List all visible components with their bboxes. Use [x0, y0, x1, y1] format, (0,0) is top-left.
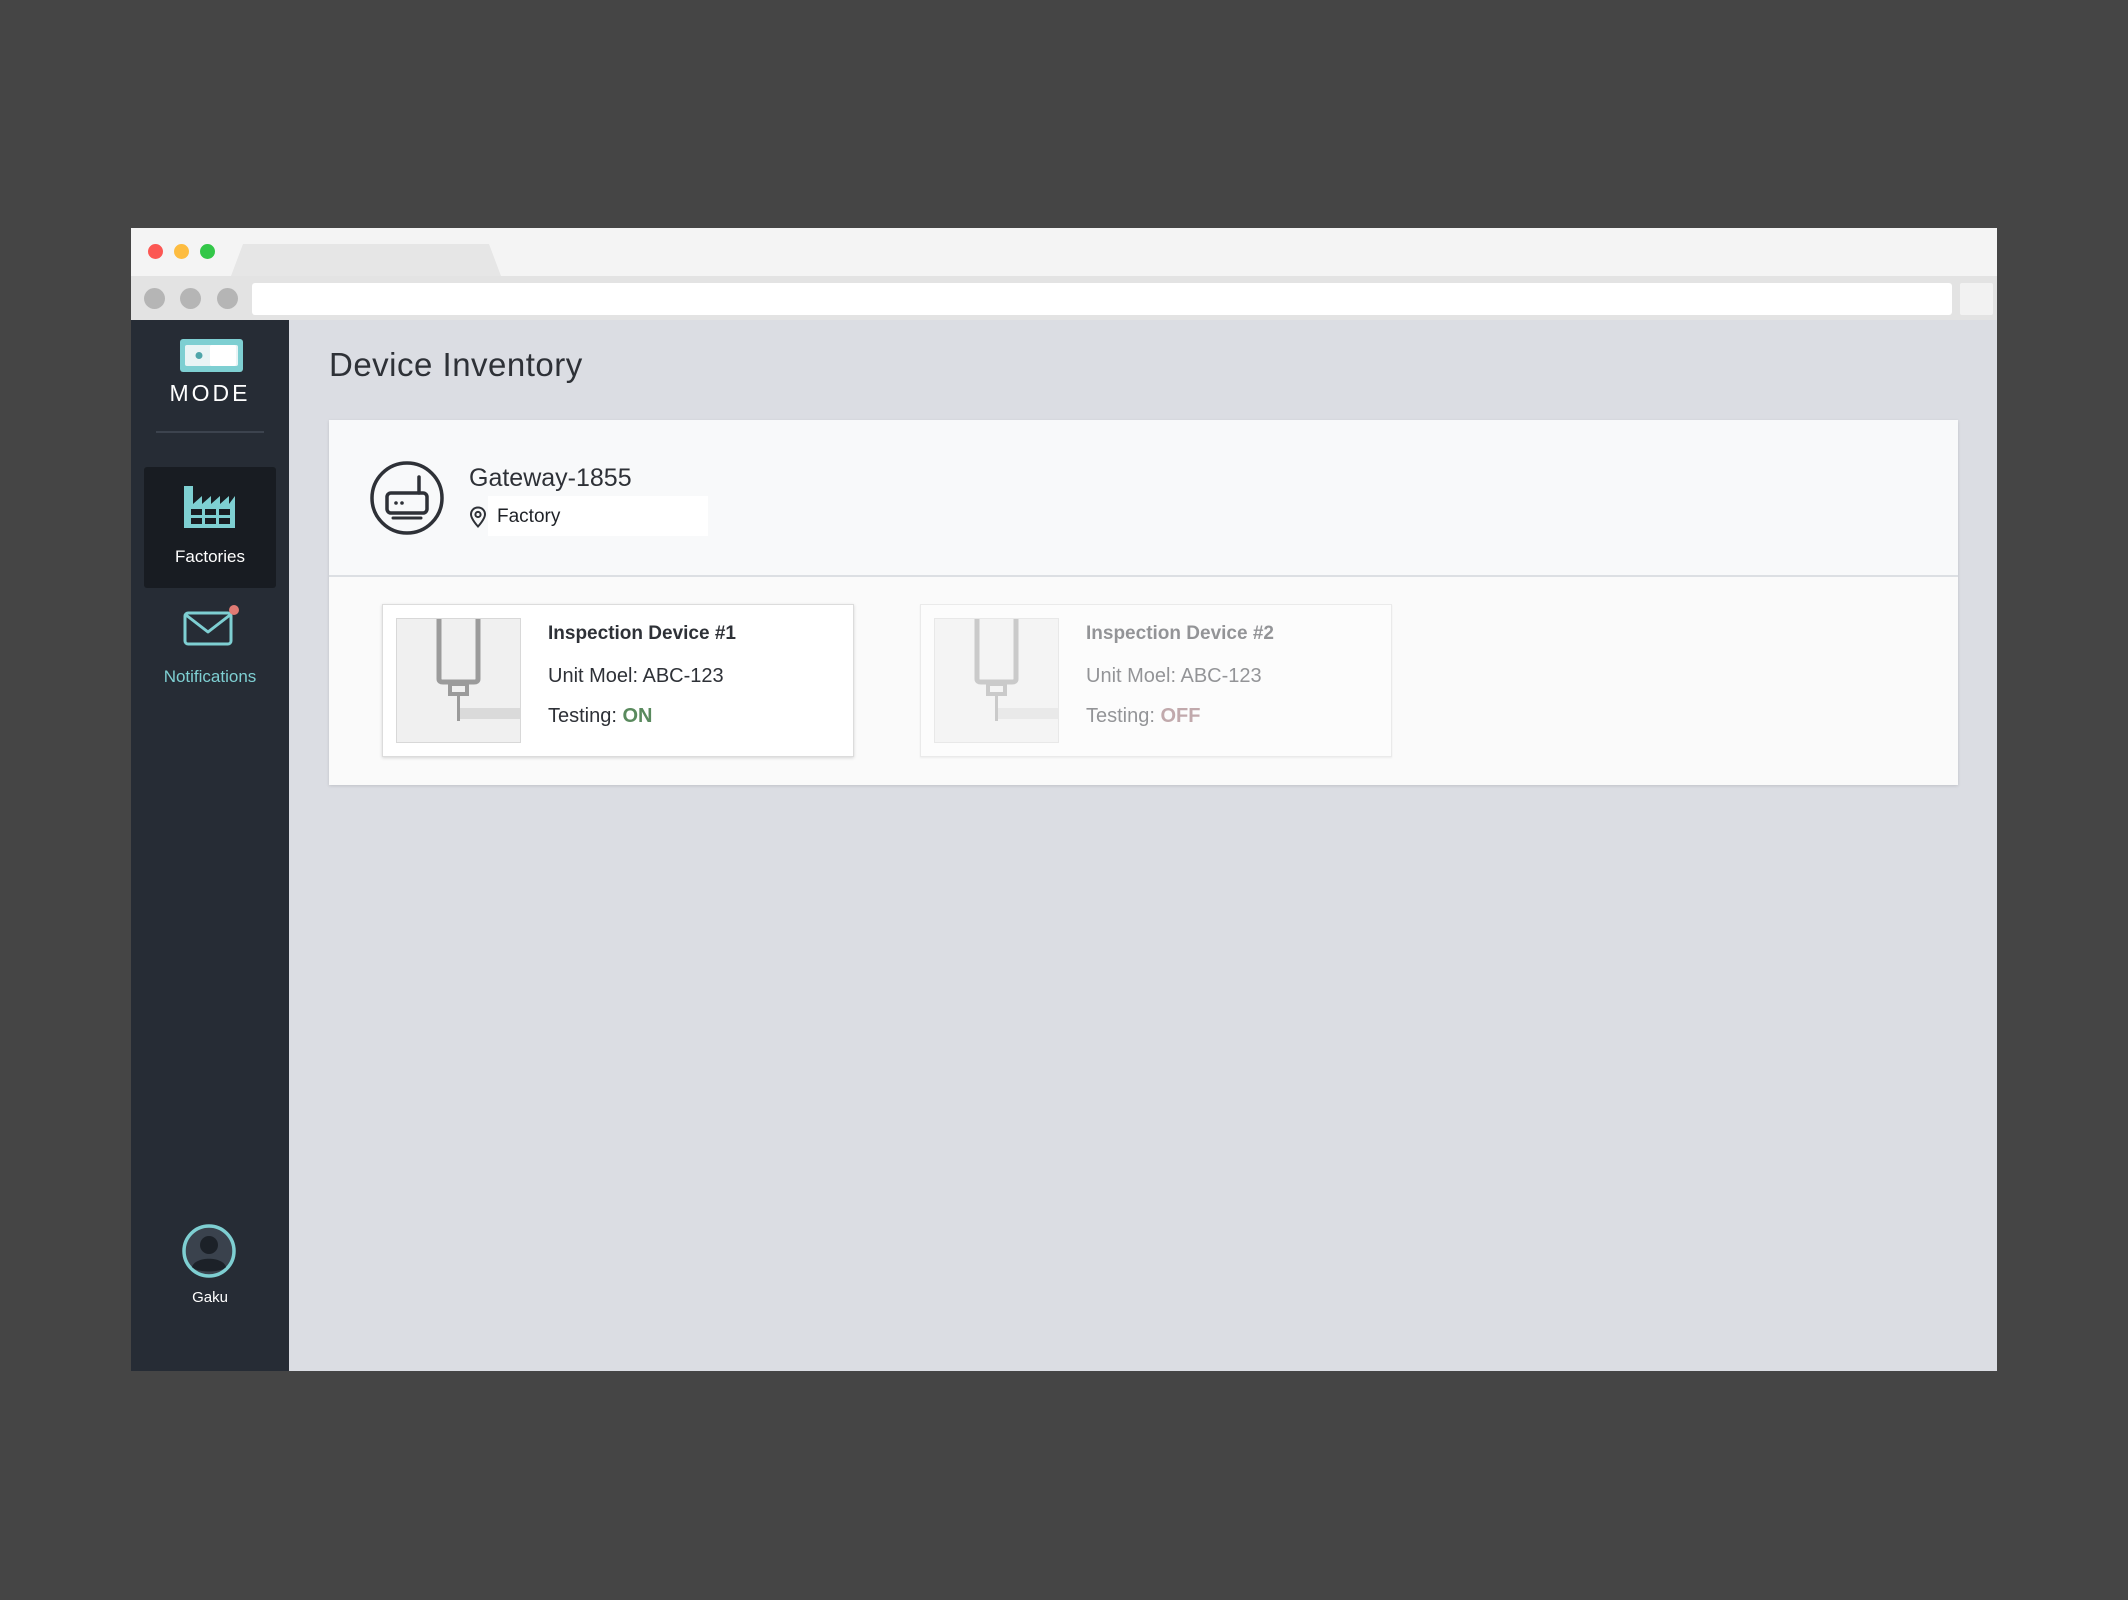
- user-name: Gaku: [192, 1289, 228, 1306]
- gateway-location: Factory: [497, 506, 561, 527]
- address-bar[interactable]: [252, 283, 1952, 315]
- device-model: Unit Moel: ABC-123: [1086, 665, 1262, 688]
- sidebar: MODE Factories Notifications Gaku: [131, 320, 289, 1371]
- device-model-label: Unit Moel:: [1086, 665, 1177, 687]
- brand-name: MODE: [169, 380, 251, 406]
- minimize-window-button[interactable]: [174, 244, 189, 259]
- device-card[interactable]: Inspection Device #2 Unit Moel: ABC-123 …: [920, 604, 1392, 757]
- inspection-device-icon: [974, 619, 1058, 721]
- device-testing-label: Testing:: [1086, 705, 1155, 727]
- browser-tab-bar: [131, 228, 1997, 276]
- sidebar-item-factories[interactable]: Factories: [144, 467, 276, 588]
- forward-button[interactable]: [180, 288, 201, 309]
- browser-menu-button[interactable]: [1960, 283, 1993, 315]
- brand-logo[interactable]: MODE: [131, 336, 289, 406]
- gateway-panel: Gateway-1855 Factory Inspection Device #…: [329, 420, 1958, 785]
- device-card[interactable]: Inspection Device #1 Unit Moel: ABC-123 …: [382, 604, 854, 757]
- user-avatar-icon: [182, 1224, 236, 1278]
- browser-nav-bar: [131, 276, 1997, 320]
- inspection-device-icon: [436, 619, 520, 721]
- router-icon: [370, 461, 444, 535]
- gateway-header[interactable]: Gateway-1855 Factory: [329, 420, 1958, 577]
- location-pin-icon: [469, 506, 487, 528]
- toggle-switch-icon: [180, 339, 243, 372]
- device-model-value: ABC-123: [1180, 665, 1262, 687]
- testing-status: OFF: [1160, 705, 1201, 727]
- page-title: Device Inventory: [329, 346, 583, 383]
- maximize-window-button[interactable]: [200, 244, 215, 259]
- device-model: Unit Moel: ABC-123: [548, 665, 724, 688]
- sidebar-item-notifications[interactable]: Notifications: [144, 588, 276, 709]
- device-thumbnail: [396, 618, 521, 743]
- browser-tab[interactable]: [231, 244, 501, 276]
- device-model-value: ABC-123: [642, 665, 724, 687]
- back-button[interactable]: [144, 288, 165, 309]
- reload-button[interactable]: [217, 288, 238, 309]
- close-window-button[interactable]: [148, 244, 163, 259]
- device-model-label: Unit Moel:: [548, 665, 639, 687]
- factory-icon: [184, 486, 235, 528]
- device-testing: Testing: OFF: [1086, 705, 1201, 728]
- sidebar-item-label: Factories: [175, 547, 245, 566]
- sidebar-divider: [156, 431, 264, 433]
- browser-window: MODE Factories Notifications Gaku Device…: [131, 228, 1997, 1371]
- device-name: Inspection Device #2: [1086, 623, 1274, 644]
- gateway-name: Gateway-1855: [469, 464, 632, 492]
- device-testing-label: Testing:: [548, 705, 617, 727]
- user-profile[interactable]: Gaku: [131, 1223, 289, 1323]
- mail-icon: [183, 605, 239, 646]
- device-name: Inspection Device #1: [548, 623, 736, 644]
- sidebar-item-label: Notifications: [163, 667, 257, 686]
- app-container: MODE Factories Notifications Gaku Device…: [131, 320, 1997, 1371]
- device-testing: Testing: ON: [548, 705, 653, 728]
- testing-status: ON: [622, 705, 653, 727]
- device-thumbnail: [934, 618, 1059, 743]
- notification-badge: [229, 605, 239, 615]
